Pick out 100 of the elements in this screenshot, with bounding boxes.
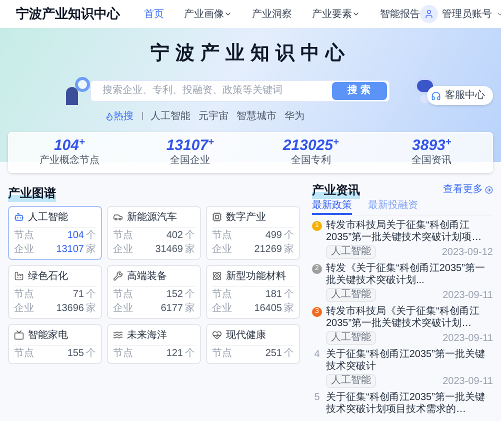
stat-value: 213025$^{+}$ — [282, 136, 339, 154]
news-title-link[interactable]: 转发《关于征集“科创甬江2035”第一批关键技术突破计划... — [326, 262, 493, 287]
nav-link[interactable]: 首页 — [144, 6, 164, 22]
row-unit: 个 — [86, 288, 96, 301]
row-value: 16405 — [254, 302, 282, 315]
news-date: 2023-09-11 — [442, 288, 493, 303]
row-label: 企业 — [14, 302, 34, 315]
row-label: 节点 — [113, 288, 133, 301]
rank-number: 5 — [313, 392, 321, 405]
card-title: 绿色石化 — [28, 270, 68, 284]
rank-number: 4 — [313, 348, 321, 362]
card-title: 新能源汽车 — [127, 210, 177, 225]
card-title: 未来海洋 — [127, 328, 167, 343]
tag-label: 人工智能 — [326, 331, 376, 346]
industry-card[interactable]: 人工智能 节点 104 个 企业 13107 家 — [8, 206, 102, 260]
tag-label: 人工智能 — [326, 374, 376, 388]
row-label: 节点 — [14, 228, 34, 242]
hot-word-link[interactable]: 华为 — [284, 108, 304, 124]
news-title-link[interactable]: 关于征集“科创甬江2035”第一批关键技术突破计划项目技术需求的… — [326, 392, 493, 416]
row-unit: 家 — [185, 242, 195, 256]
news-date: 2023-09-11 — [442, 374, 493, 389]
news-date: 2023-09-12 — [442, 246, 493, 260]
row-unit: 家 — [284, 242, 294, 256]
card-title: 高端装备 — [127, 270, 167, 284]
hot-word-link[interactable]: 人工智能 — [150, 108, 190, 124]
industry-card[interactable]: 新能源汽车 节点 402 个 企业 31469 家 — [107, 206, 201, 260]
row-label: 节点 — [113, 346, 133, 360]
news-date: 2023-09-11 — [442, 332, 493, 346]
row-label: 节点 — [212, 288, 232, 301]
nav-link[interactable]: 产业画像 — [184, 6, 232, 22]
row-value: 6177 — [160, 302, 183, 315]
row-value: 155 — [67, 346, 84, 360]
search-input: 搜索企业、专利、投融资、政策等关键词 — [102, 83, 332, 98]
row-unit: 个 — [185, 228, 195, 242]
nav-link[interactable]: 产业洞察 — [252, 6, 292, 22]
hot-label: 热搜 — [114, 110, 134, 124]
industry-card[interactable]: 现代健康 节点 251 个 — [206, 324, 300, 364]
stat-value: 3893$^{+}$ — [412, 136, 452, 155]
industry-card[interactable]: 绿色石化 节点 71 个 企业 13696 家 — [8, 264, 102, 319]
news-title-link[interactable]: 转发市科技局关于征集“科创甬江2035”第一批关键技术突破计划项… — [326, 220, 493, 244]
news-title-link[interactable]: 转发市科技局《关于征集“科创甬江2035”第一批关键技术突破计划… — [326, 306, 493, 330]
user-menu[interactable]: 管理员账号 — [420, 5, 501, 23]
row-label: 节点 — [14, 346, 34, 360]
row-value: 21269 — [254, 242, 282, 256]
nav-link[interactable]: 智能报告 — [380, 6, 420, 22]
stat-label: 全国专利 — [290, 155, 331, 168]
stat-label: 全国企业 — [170, 155, 210, 168]
logo-text: 宁波产业知识中心 — [16, 5, 120, 24]
row-value: 402 — [166, 228, 183, 242]
industry-card[interactable]: 未来海洋 节点 121 个 — [107, 324, 201, 364]
tag-label: 人工智能 — [326, 288, 376, 302]
industry-card[interactable]: 新型功能材料 节点 181 个 企业 16405 家 — [206, 264, 300, 319]
card-title: 人工智能 — [28, 210, 68, 225]
row-unit: 个 — [86, 346, 96, 360]
row-label: 节点 — [212, 346, 232, 360]
row-value: 121 — [166, 346, 183, 360]
row-unit: 家 — [86, 302, 96, 315]
news-title-link[interactable]: 关于征集“科创甬江2035”第一批关键技术突破计 — [326, 348, 493, 373]
news-tab[interactable]: 最新政策 — [312, 198, 352, 215]
support-button[interactable]: 客服中心 — [427, 86, 493, 105]
tag-label: 人工智能 — [326, 245, 376, 260]
row-unit: 家 — [185, 302, 195, 315]
row-unit: 个 — [185, 346, 195, 360]
row-label: 节点 — [212, 228, 232, 242]
row-label: 企业 — [212, 302, 232, 315]
row-label: 企业 — [14, 242, 34, 256]
industry-card[interactable]: 智能家电 节点 155 个 — [8, 324, 102, 364]
hot-word-link[interactable]: 元宇宙 — [198, 108, 228, 124]
row-unit: 个 — [284, 228, 294, 242]
row-label: 节点 — [113, 228, 133, 242]
row-unit: 个 — [284, 346, 294, 360]
industry-card[interactable]: 高端装备 节点 152 个 企业 6177 家 — [107, 264, 201, 319]
row-label: 企业 — [113, 302, 133, 315]
row-label: 节点 — [14, 288, 34, 301]
card-title: 智能家电 — [28, 328, 68, 343]
row-value: 31469 — [155, 242, 183, 256]
row-value: 499 — [265, 228, 282, 242]
card-title: 新型功能材料 — [226, 270, 286, 284]
card-title: 数字产业 — [226, 210, 266, 225]
row-label: 企业 — [212, 242, 232, 256]
row-unit: 个 — [86, 228, 96, 242]
industry-card[interactable]: 数字产业 节点 499 个 企业 21269 家 — [206, 206, 300, 260]
stat-label: 全国资讯 — [412, 155, 452, 168]
nav-link[interactable]: 产业要素 — [312, 6, 360, 22]
row-value: 71 — [72, 288, 84, 301]
row-value: 251 — [265, 346, 282, 360]
section-title: 产业图谱 — [8, 184, 56, 202]
row-label: 企业 — [113, 242, 133, 256]
row-value: 13696 — [56, 302, 84, 315]
more-link[interactable]: 查看更多 — [443, 182, 493, 198]
card-title: 现代健康 — [226, 328, 266, 343]
row-value: 181 — [265, 288, 282, 301]
row-value: 13107 — [56, 242, 84, 256]
row-unit: 个 — [284, 288, 294, 301]
hot-word-link[interactable]: 智慧城市 — [236, 108, 276, 124]
row-unit: 家 — [284, 302, 294, 315]
stat-value: 104$^{+}$ — [54, 136, 85, 154]
row-unit: 个 — [185, 288, 195, 301]
row-unit: 家 — [86, 242, 96, 256]
stat-value: 13107$^{+}$ — [166, 136, 214, 154]
